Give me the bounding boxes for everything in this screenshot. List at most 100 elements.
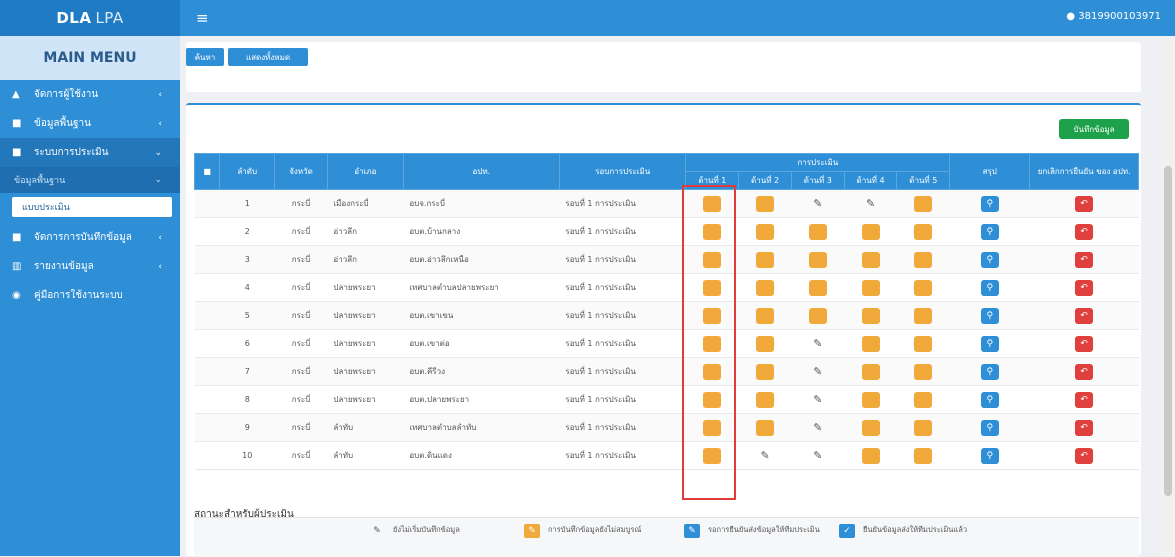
assessment-status-button[interactable]: [861, 335, 880, 352]
row-round: รอบที่ 1 การประเมิน: [559, 357, 686, 386]
assessment-status-button[interactable]: [756, 251, 775, 268]
page-scrollbar[interactable]: [1161, 36, 1175, 556]
undo-icon[interactable]: ↶: [1075, 391, 1094, 408]
hamburger-menu-icon[interactable]: ≡: [196, 9, 209, 27]
assessment-status-button[interactable]: [861, 223, 880, 240]
row-province: กระบี่: [274, 385, 328, 414]
assessment-status-button[interactable]: [914, 447, 933, 464]
show-all-button[interactable]: แสดงทั้งหมด: [228, 48, 308, 66]
row-assessment-d4: ✎: [844, 189, 897, 218]
sidebar-item-label: ข้อมูลพื้นฐาน: [34, 118, 91, 129]
sidebar-item-basic-data[interactable]: ■ ข้อมูลพื้นฐาน ‹: [0, 109, 180, 138]
search-icon[interactable]: ⚲: [980, 307, 999, 324]
assessment-status-button[interactable]: [914, 363, 933, 380]
sidebar-subitem-assessment-form[interactable]: แบบประเมิน: [12, 197, 172, 217]
assessment-status-button[interactable]: [756, 223, 775, 240]
search-icon[interactable]: ⚲: [980, 195, 999, 212]
edit-icon[interactable]: ✎: [813, 365, 822, 378]
legend-text: การบันทึกข้อมูลยังไม่สมบูรณ์: [548, 525, 642, 534]
search-icon[interactable]: ⚲: [980, 335, 999, 352]
col-d4: ด้านที่ 4: [843, 171, 898, 190]
search-icon[interactable]: ⚲: [980, 391, 999, 408]
assessment-status-button[interactable]: [756, 195, 775, 212]
undo-icon[interactable]: ↶: [1075, 363, 1094, 380]
assessment-status-button[interactable]: [808, 279, 827, 296]
assessment-status-button[interactable]: [756, 391, 775, 408]
assessment-status-button[interactable]: [808, 251, 827, 268]
assessment-status-button[interactable]: [914, 335, 933, 352]
undo-icon[interactable]: ↶: [1075, 223, 1094, 240]
row-province: กระบี่: [274, 329, 328, 358]
scrollbar-thumb[interactable]: [1164, 166, 1172, 496]
assessment-status-button[interactable]: [914, 307, 933, 324]
save-button[interactable]: บันทึกข้อมูล: [1059, 119, 1129, 139]
col-round: รอบการประเมิน: [558, 153, 687, 190]
row-org: เทศบาลตำบลลำทับ: [403, 413, 560, 442]
row-no: 2: [219, 217, 275, 246]
undo-icon[interactable]: ↶: [1075, 447, 1094, 464]
row-checkbox-cell: [194, 301, 220, 330]
assessment-status-button[interactable]: [756, 307, 775, 324]
assessment-status-button[interactable]: [914, 279, 933, 296]
assessment-status-button[interactable]: [914, 251, 933, 268]
legend-text: รอการยืนยันส่งข้อมูลให้ทีมประเมิน: [708, 525, 820, 534]
user-account[interactable]: ● 3819900103971: [1066, 11, 1161, 22]
undo-icon[interactable]: ↶: [1075, 419, 1094, 436]
undo-icon[interactable]: ↶: [1075, 279, 1094, 296]
undo-icon[interactable]: ↶: [1075, 195, 1094, 212]
assessment-status-button[interactable]: [914, 223, 933, 240]
assessment-status-button[interactable]: [756, 279, 775, 296]
search-icon[interactable]: ⚲: [980, 223, 999, 240]
assessment-status-button[interactable]: [808, 223, 827, 240]
chevron-left-icon: ‹: [158, 89, 162, 100]
assessment-status-button[interactable]: [756, 335, 775, 352]
assessment-status-button[interactable]: [756, 419, 775, 436]
edit-icon[interactable]: ✎: [813, 393, 822, 406]
assessment-status-button[interactable]: [861, 251, 880, 268]
row-district: ลำทับ: [327, 441, 404, 470]
search-icon[interactable]: ⚲: [980, 251, 999, 268]
edit-icon[interactable]: ✎: [866, 197, 875, 210]
assessment-status-button[interactable]: [861, 279, 880, 296]
search-icon[interactable]: ⚲: [980, 363, 999, 380]
row-province: กระบี่: [274, 413, 328, 442]
row-org: อบจ.กระบี่: [403, 189, 560, 218]
sidebar-item-reports[interactable]: ▥ รายงานข้อมูล ‹: [0, 252, 180, 281]
row-no: 7: [219, 357, 275, 386]
assessment-status-button[interactable]: [861, 419, 880, 436]
select-all-checkbox[interactable]: ■: [193, 153, 221, 190]
brand-logo[interactable]: DLA LPA: [0, 0, 180, 36]
row-assessment-d5: [896, 413, 950, 442]
edit-icon[interactable]: ✎: [760, 449, 769, 462]
row-no: 5: [219, 301, 275, 330]
undo-icon[interactable]: ↶: [1075, 307, 1094, 324]
assessment-status-button[interactable]: [861, 447, 880, 464]
assessment-status-button[interactable]: [861, 363, 880, 380]
search-button[interactable]: ค้นหา: [186, 48, 224, 66]
edit-icon[interactable]: ✎: [813, 197, 822, 210]
edit-icon[interactable]: ✎: [813, 421, 822, 434]
row-checkbox-cell: [194, 273, 220, 302]
edit-icon[interactable]: ✎: [813, 449, 822, 462]
sidebar-item-assessment-system[interactable]: ■ ระบบการประเมิน ⌄: [0, 138, 180, 167]
undo-icon[interactable]: ↶: [1075, 251, 1094, 268]
sidebar-item-record-management[interactable]: ■ จัดการการบันทึกข้อมูล ‹: [0, 223, 180, 252]
sidebar-item-manual[interactable]: ◉ คู่มือการใช้งานระบบ: [0, 281, 180, 310]
sidebar-subitem-basic-data[interactable]: ข้อมูลพื้นฐาน ⌄: [0, 167, 180, 193]
assessment-status-button[interactable]: [861, 391, 880, 408]
table-row: 4 กระบี่ ปลายพระยา เทศบาลตำบลปลายพระยา รอบที…: [194, 273, 1139, 302]
assessment-status-button[interactable]: [914, 391, 933, 408]
assessment-status-button[interactable]: [756, 363, 775, 380]
sidebar-item-user-management[interactable]: ▲ จัดการผู้ใช้งาน ‹: [0, 80, 180, 109]
search-icon[interactable]: ⚲: [980, 279, 999, 296]
sidebar-item-label: คู่มือการใช้งานระบบ: [34, 290, 123, 301]
search-icon[interactable]: ⚲: [980, 447, 999, 464]
assessment-status-button[interactable]: [914, 419, 933, 436]
undo-icon[interactable]: ↶: [1075, 335, 1094, 352]
row-assessment-d5: [896, 385, 950, 414]
assessment-status-button[interactable]: [861, 307, 880, 324]
assessment-status-button[interactable]: [808, 307, 827, 324]
search-icon[interactable]: ⚲: [980, 419, 999, 436]
assessment-status-button[interactable]: [914, 195, 933, 212]
edit-icon[interactable]: ✎: [813, 337, 822, 350]
